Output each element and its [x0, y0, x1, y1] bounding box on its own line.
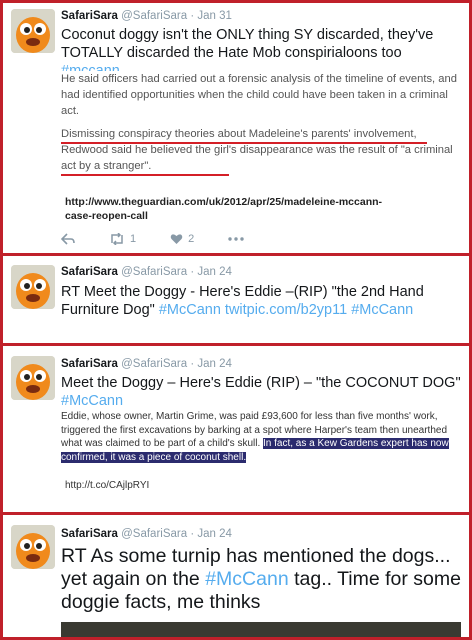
display-name[interactable]: SafariSara: [61, 266, 118, 278]
article-link[interactable]: http://www.theguardian.com/uk/2012/apr/2…: [65, 195, 395, 223]
tweet-header: SafariSara @SafariSara · Jan 24: [61, 528, 232, 540]
tweet-3[interactable]: SafariSara @SafariSara · Jan 24 Meet the…: [3, 346, 469, 512]
tweet-text: RT As some turnip has mentioned the dogs…: [61, 545, 466, 614]
orange-monster-avatar-icon: [11, 356, 55, 400]
orange-monster-avatar-icon: [11, 525, 55, 569]
avatar[interactable]: [11, 9, 55, 53]
tweet-2[interactable]: SafariSara @SafariSara · Jan 24 RT Meet …: [3, 256, 469, 343]
quote-paragraph-1: He said officers had carried out a foren…: [61, 73, 457, 117]
hashtag-link[interactable]: #McCann: [159, 302, 221, 318]
orange-monster-avatar-icon: [11, 265, 55, 309]
retweet-button[interactable]: 1: [109, 233, 136, 245]
tweet-date[interactable]: · Jan 24: [190, 266, 232, 278]
tweet-header: SafariSara @SafariSara · Jan 24: [61, 358, 232, 370]
user-handle[interactable]: @SafariSara: [121, 358, 187, 370]
tweet-date[interactable]: · Jan 24: [190, 358, 232, 370]
orange-monster-avatar-icon: [11, 9, 55, 53]
tweet-text-body: Meet the Doggy – Here's Eddie (RIP) – "t…: [61, 375, 461, 391]
display-name[interactable]: SafariSara: [61, 528, 118, 540]
hashtag-link[interactable]: #McCann: [351, 302, 413, 318]
avatar[interactable]: [11, 525, 55, 569]
tweet-text-body: Coconut doggy isn't the ONLY thing SY di…: [61, 27, 434, 61]
user-handle[interactable]: @SafariSara: [121, 10, 187, 22]
user-handle[interactable]: @SafariSara: [121, 528, 187, 540]
like-icon: [170, 234, 183, 244]
attached-photo[interactable]: [61, 622, 461, 637]
tweet-header: SafariSara @SafariSara · Jan 24: [61, 266, 232, 278]
red-underline-1: [61, 142, 427, 144]
twitpic-link[interactable]: twitpic.com/b2yp11: [221, 302, 351, 318]
tweet-1[interactable]: SafariSara @SafariSara · Jan 31 Coconut …: [3, 3, 469, 253]
more-icon: [228, 237, 244, 241]
tweet-text: RT Meet the Doggy - Here's Eddie –(RIP) …: [61, 283, 461, 319]
display-name[interactable]: SafariSara: [61, 10, 118, 22]
retweet-count: 1: [130, 233, 137, 245]
tweet-4[interactable]: SafariSara @SafariSara · Jan 24 RT As so…: [3, 515, 469, 637]
image-link-text: http://t.co/CAjlpRYI: [65, 480, 150, 491]
display-name[interactable]: SafariSara: [61, 358, 118, 370]
red-underline-2: [61, 174, 229, 176]
avatar[interactable]: [11, 265, 55, 309]
attached-article-image[interactable]: Eddie, whose owner, Martin Grime, was pa…: [61, 410, 461, 464]
hashtag-link[interactable]: #McCann: [61, 393, 123, 409]
tweet-date[interactable]: · Jan 24: [190, 528, 232, 540]
tweet-actions: 1 2: [61, 231, 278, 247]
tweet-date[interactable]: · Jan 31: [190, 10, 232, 22]
more-button[interactable]: [228, 237, 244, 241]
hashtag-link[interactable]: #McCann: [205, 568, 288, 590]
user-handle[interactable]: @SafariSara: [121, 266, 187, 278]
like-count: 2: [188, 233, 195, 245]
quote-paragraph-2: Dismissing conspiracy theories about Mad…: [61, 128, 453, 172]
reply-button[interactable]: [61, 233, 75, 245]
avatar[interactable]: [11, 356, 55, 400]
tweet-header: SafariSara @SafariSara · Jan 31: [61, 10, 232, 22]
reply-icon: [61, 233, 75, 245]
retweet-icon: [111, 233, 123, 245]
like-button[interactable]: 2: [170, 233, 194, 245]
tweet-text: Meet the Doggy – Here's Eddie (RIP) – "t…: [61, 374, 461, 410]
